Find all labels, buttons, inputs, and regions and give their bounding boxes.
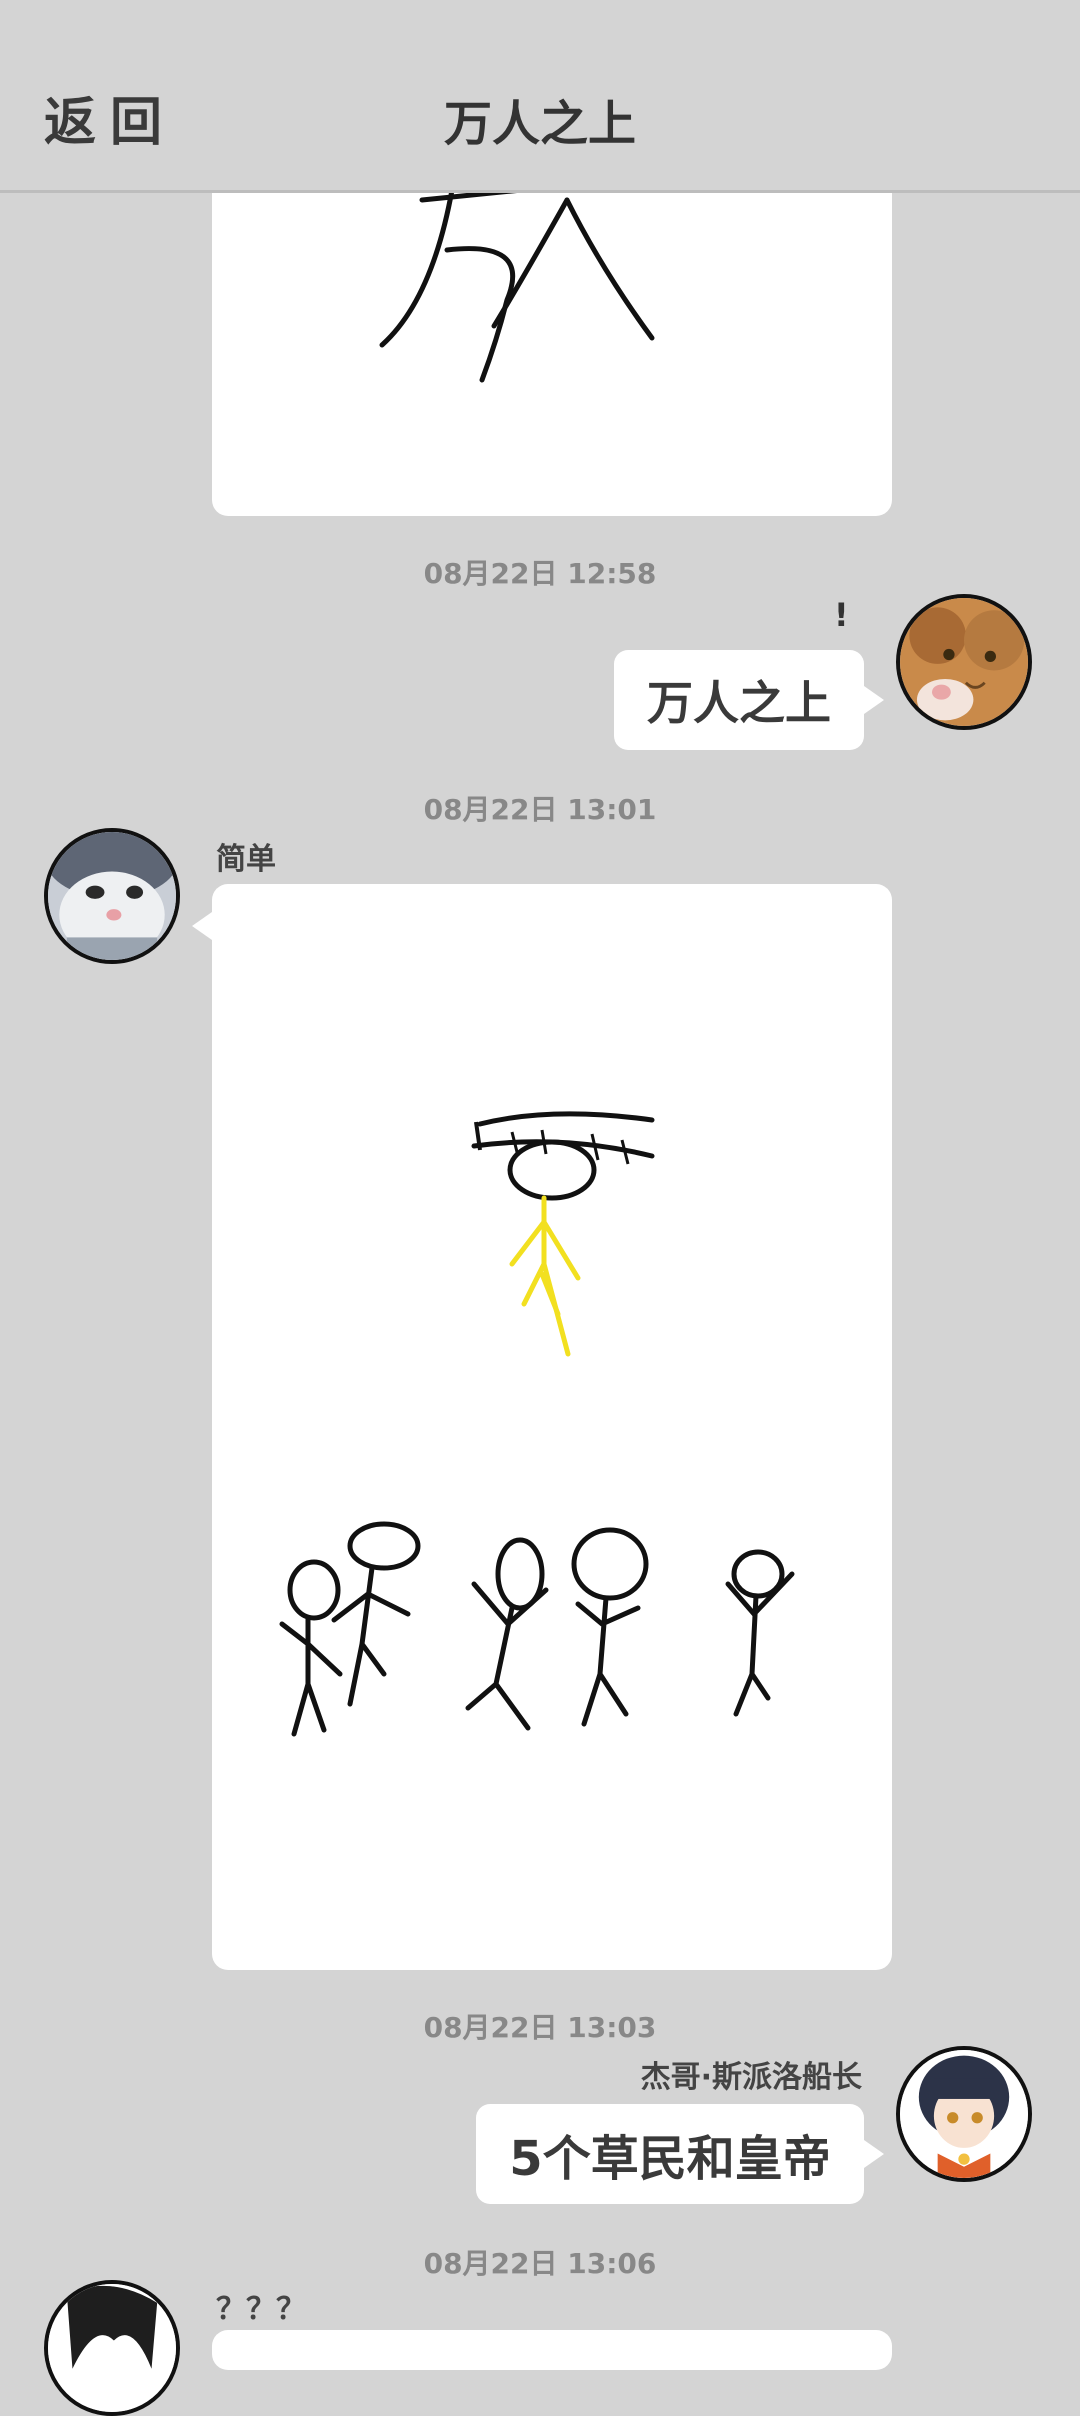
bubble-tail — [192, 912, 212, 940]
bubble-tail — [864, 2140, 884, 2168]
image-message[interactable] — [212, 884, 892, 1970]
send-failed-mark[interactable]: ! — [834, 596, 849, 634]
avatar[interactable] — [44, 828, 180, 964]
stick-figure-drawing — [279, 1111, 795, 1737]
page-title: 万人之上 — [443, 96, 636, 152]
message-bubble[interactable] — [212, 2330, 892, 2370]
message-bubble[interactable]: 万人之上 — [614, 650, 864, 750]
message-timestamp: 08月22日 13:06 — [423, 2247, 657, 2280]
message-bubble[interactable]: 5个草民和皇帝 — [476, 2104, 864, 2204]
message-text: 5个草民和皇帝 — [509, 2131, 831, 2187]
sender-name: 杰哥·斯派洛船长 — [640, 2060, 862, 2095]
message-timestamp: 08月22日 13:01 — [423, 793, 657, 826]
message-timestamp: 08月22日 13:03 — [423, 2011, 657, 2044]
message-text: 万人之上 — [647, 676, 831, 730]
bubble-tail — [864, 686, 884, 714]
message-timestamp: 08月22日 12:58 — [423, 557, 657, 590]
avatar[interactable] — [44, 2280, 180, 2416]
avatar[interactable] — [896, 2046, 1032, 2182]
avatar[interactable] — [896, 594, 1032, 730]
sender-name: ？？？ — [216, 2292, 306, 2327]
sender-name: 简单 — [216, 842, 276, 877]
top-bar: 返回 万人之上 — [0, 0, 1080, 193]
